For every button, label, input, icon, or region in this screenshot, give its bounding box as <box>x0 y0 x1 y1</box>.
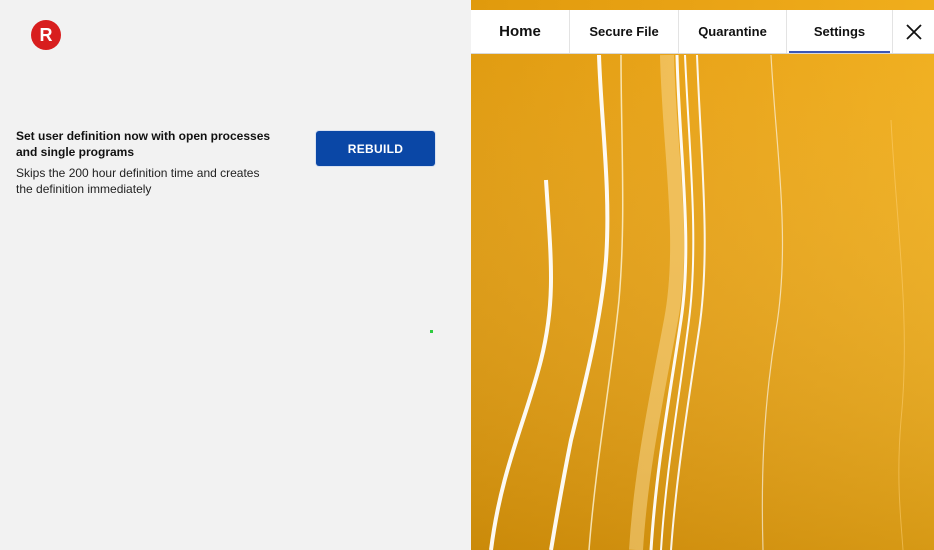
app-logo-icon: R <box>31 20 61 50</box>
tab-settings[interactable]: Settings <box>787 10 893 53</box>
tab-bar: Home Secure File Quarantine Settings <box>471 10 934 54</box>
setting-description: Skips the 200 hour definition time and c… <box>16 166 260 196</box>
close-button[interactable] <box>893 10 934 53</box>
wallpaper-image <box>471 0 934 550</box>
tab-quarantine[interactable]: Quarantine <box>679 10 787 53</box>
left-panel: R Set user definition now with open proc… <box>0 0 471 550</box>
right-panel: Home Secure File Quarantine Settings <box>471 0 934 550</box>
close-icon <box>905 23 922 40</box>
tab-home[interactable]: Home <box>471 10 570 53</box>
rebuild-button[interactable]: REBUILD <box>316 131 435 166</box>
status-dot <box>430 330 433 333</box>
tab-secure-file[interactable]: Secure File <box>570 10 679 53</box>
logo-letter: R <box>39 25 53 45</box>
setting-title: Set user definition now with open proces… <box>16 129 271 159</box>
